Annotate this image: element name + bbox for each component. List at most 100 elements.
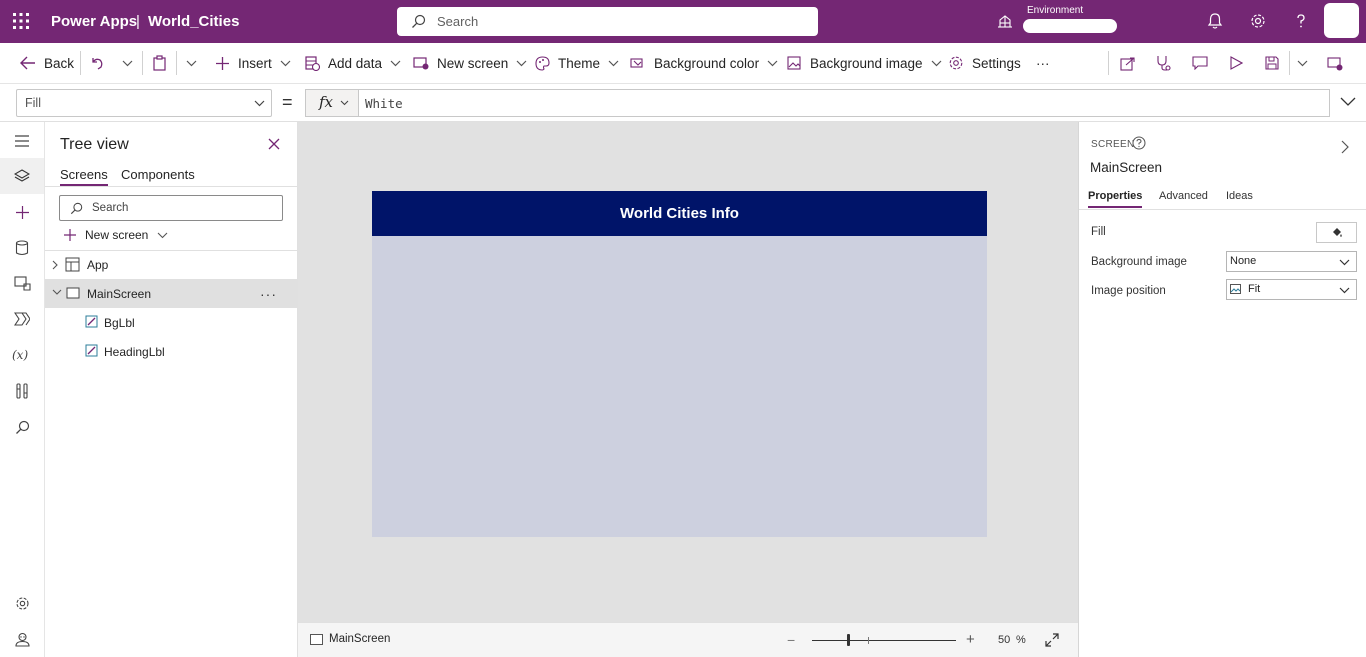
- document-title[interactable]: World_Cities: [148, 13, 239, 30]
- image-icon: [787, 56, 801, 70]
- rail-search[interactable]: [0, 409, 44, 445]
- app-checker-button[interactable]: [1155, 43, 1179, 83]
- image-position-dropdown[interactable]: Fit: [1226, 279, 1357, 300]
- formula-input[interactable]: White: [358, 89, 1330, 117]
- tree-node-headinglbl[interactable]: HeadingLbl: [45, 337, 297, 366]
- rail-tree-view[interactable]: [0, 158, 44, 194]
- undo-button[interactable]: [90, 43, 112, 83]
- theme-label: Theme: [558, 55, 601, 71]
- equals-sign: =: [282, 92, 293, 112]
- global-search-input[interactable]: Search: [397, 7, 818, 36]
- tab-properties[interactable]: Properties: [1088, 190, 1143, 208]
- tree-node-mainscreen[interactable]: MainScreen ···: [45, 279, 297, 308]
- paste-dropdown[interactable]: [186, 43, 205, 83]
- gear-icon[interactable]: [1249, 12, 1267, 30]
- background-image-value: None: [1230, 255, 1256, 267]
- tree-search-placeholder: Search: [92, 202, 129, 214]
- property-selector[interactable]: Fill: [16, 89, 272, 117]
- menu-toggle[interactable]: [0, 123, 44, 159]
- environment-value[interactable]: [1023, 19, 1117, 33]
- tree-search-input[interactable]: Search: [59, 195, 283, 221]
- collapse-pane-button[interactable]: [1341, 140, 1349, 154]
- tab-ideas[interactable]: Ideas: [1226, 190, 1253, 202]
- theme-button[interactable]: Theme: [535, 43, 627, 83]
- rail-insert[interactable]: [0, 194, 44, 230]
- environment-icon[interactable]: [997, 13, 1013, 29]
- share-button[interactable]: [1120, 43, 1144, 83]
- add-data-button[interactable]: Add data: [305, 43, 409, 83]
- preview-button[interactable]: [1229, 43, 1251, 83]
- zoom-unit: %: [1016, 634, 1026, 646]
- status-screen-selector[interactable]: MainScreen: [310, 633, 390, 645]
- zoom-slider[interactable]: [812, 634, 956, 646]
- close-icon[interactable]: [268, 138, 280, 150]
- rail-variables[interactable]: (x): [0, 337, 44, 373]
- app-screen-preview[interactable]: World Cities Info: [372, 191, 987, 537]
- tree-node-app[interactable]: App: [45, 250, 297, 279]
- heading-label[interactable]: World Cities Info: [372, 191, 987, 236]
- palette-icon: [535, 55, 550, 71]
- tree-node-bglbl[interactable]: BgLbl: [45, 308, 297, 337]
- properties-pane: SCREEN MainScreen Properties Advanced Id…: [1078, 122, 1366, 657]
- publish-button[interactable]: [1327, 43, 1351, 83]
- tab-advanced[interactable]: Advanced: [1159, 190, 1208, 202]
- divider: [80, 51, 81, 75]
- save-dropdown[interactable]: [1297, 43, 1316, 83]
- save-button[interactable]: [1265, 43, 1287, 83]
- tab-components[interactable]: Components: [121, 167, 195, 182]
- function-button[interactable]: fx: [305, 89, 359, 117]
- chevron-down-icon: [280, 60, 291, 66]
- fill-color-picker[interactable]: [1316, 222, 1357, 243]
- waffle-icon[interactable]: [13, 13, 29, 29]
- chevron-down-icon: [122, 60, 133, 66]
- chevron-down-icon: [767, 60, 778, 66]
- tree-node-label: BgLbl: [104, 316, 135, 330]
- more-commands-button[interactable]: ···: [1036, 43, 1050, 83]
- insert-button[interactable]: Insert: [215, 43, 299, 83]
- tree-new-screen-button[interactable]: New screen: [63, 228, 176, 242]
- background-image-dropdown[interactable]: None: [1226, 251, 1357, 272]
- expand-formula-bar[interactable]: [1340, 97, 1356, 106]
- property-selector-value: Fill: [25, 96, 41, 110]
- plus-icon: [15, 205, 29, 219]
- plus-icon: [64, 229, 76, 241]
- undo-icon: [92, 58, 103, 70]
- settings-button[interactable]: Settings: [948, 43, 1021, 83]
- chevron-down-icon: [157, 232, 168, 238]
- paste-button[interactable]: [152, 43, 175, 83]
- background-color-button[interactable]: Background color: [630, 43, 786, 83]
- rail-data[interactable]: [0, 230, 44, 266]
- settings-label: Settings: [972, 55, 1021, 71]
- background-image-button[interactable]: Background image: [787, 43, 950, 83]
- publish-icon: [1327, 56, 1343, 70]
- chevron-down-icon: [254, 100, 265, 107]
- back-button[interactable]: Back: [20, 43, 74, 83]
- tab-screens[interactable]: Screens: [60, 167, 108, 186]
- bell-icon[interactable]: [1206, 12, 1224, 30]
- new-screen-icon: [413, 57, 429, 70]
- help-icon[interactable]: [1132, 136, 1146, 150]
- help-icon[interactable]: [1292, 12, 1310, 30]
- add-data-label: Add data: [328, 55, 383, 71]
- comments-button[interactable]: [1192, 43, 1216, 83]
- zoom-slider-thumb[interactable]: [847, 634, 850, 646]
- background-image-prop-label: Background image: [1091, 256, 1187, 268]
- app-title[interactable]: Power Apps: [51, 13, 137, 30]
- rail-virtual-agent[interactable]: [0, 621, 44, 657]
- zoom-in-button[interactable]: +: [966, 631, 975, 648]
- new-screen-button[interactable]: New screen: [413, 43, 535, 83]
- rail-media[interactable]: [0, 265, 44, 301]
- rail-advanced-tools[interactable]: [0, 373, 44, 409]
- rail-settings[interactable]: [0, 585, 44, 621]
- zoom-out-button[interactable]: −: [787, 632, 795, 648]
- divider: [176, 51, 177, 75]
- more-options-icon[interactable]: ···: [260, 286, 277, 302]
- rail-power-automate[interactable]: [0, 301, 44, 337]
- command-bar: Back Insert Add data New screen Theme Ba…: [0, 43, 1366, 84]
- divider: [142, 51, 143, 75]
- fit-to-window-button[interactable]: [1045, 633, 1059, 647]
- zoom-value[interactable]: 50: [998, 634, 1010, 646]
- chevron-down-icon: [340, 100, 349, 106]
- avatar[interactable]: [1324, 3, 1359, 38]
- undo-dropdown[interactable]: [122, 43, 141, 83]
